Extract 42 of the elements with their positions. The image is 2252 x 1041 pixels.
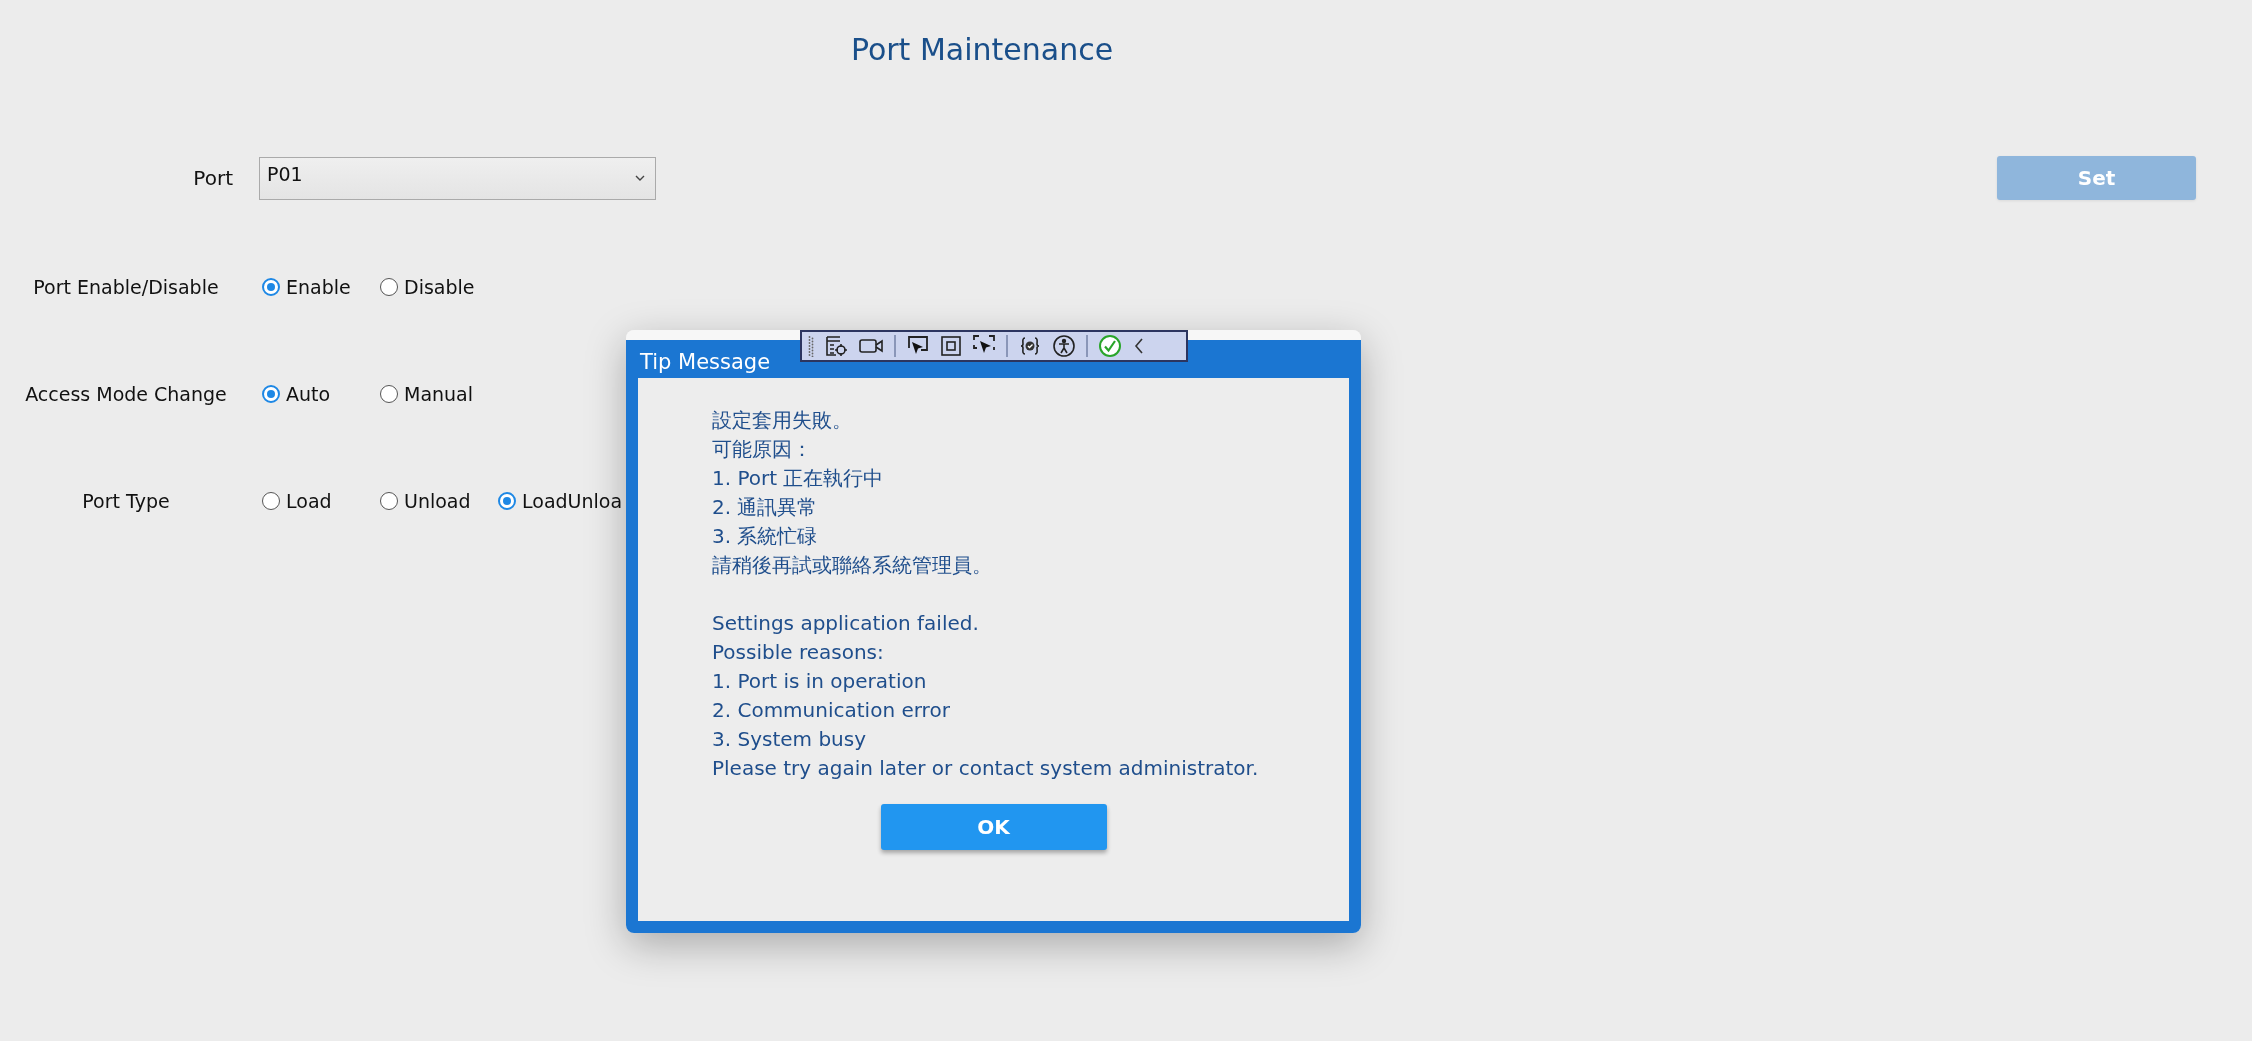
message-line: 2. 通訊異常: [712, 494, 819, 521]
radio-label[interactable]: Enable: [286, 276, 351, 298]
radio-button[interactable]: [262, 385, 280, 403]
window-target-icon[interactable]: [824, 334, 848, 358]
braces-check-icon[interactable]: [1018, 335, 1042, 357]
radio-button[interactable]: [498, 492, 516, 510]
radio-group-label: Port Enable/Disable: [32, 276, 220, 298]
message-line: 請稍後再試或聯絡系統管理員。: [712, 552, 993, 579]
accessibility-icon[interactable]: [1052, 334, 1076, 358]
message-line: 1. Port 正在執行中: [712, 465, 885, 492]
message-line: Please try again later or contact system administrator.: [712, 755, 1260, 782]
port-label: Port: [192, 166, 233, 190]
message-line: 1. Port is in operation: [712, 668, 928, 695]
drag-grip-icon[interactable]: [808, 335, 814, 357]
dialog-title: Tip Message: [639, 349, 771, 376]
radio-button[interactable]: [262, 278, 280, 296]
video-camera-icon[interactable]: [858, 336, 884, 356]
radio-label[interactable]: Manual: [404, 383, 474, 405]
chevron-left-icon[interactable]: [1132, 336, 1146, 356]
radio-label[interactable]: Disable: [404, 276, 475, 298]
message-line: 可能原因：: [712, 436, 813, 463]
radio-button[interactable]: [380, 385, 398, 403]
message-line: 3. System busy: [712, 726, 867, 753]
message-line: 設定套用失敗。: [712, 407, 853, 434]
radio-label[interactable]: Load: [286, 490, 332, 512]
port-dropdown[interactable]: P01: [259, 156, 656, 200]
page-title: Port Maintenance: [850, 31, 1114, 69]
message-line: 3. 系統忙碌: [712, 523, 819, 550]
radio-label[interactable]: Auto: [286, 383, 331, 405]
chevron-down-icon: [635, 174, 645, 182]
radio-group-label: Access Mode Change: [24, 383, 228, 405]
check-circle-icon[interactable]: [1098, 334, 1122, 358]
radio-group-label: Port Type: [81, 490, 171, 512]
radio-button[interactable]: [380, 278, 398, 296]
radio-label[interactable]: Unload: [404, 490, 471, 512]
radio-button[interactable]: [380, 492, 398, 510]
square-frame-icon[interactable]: [940, 335, 962, 357]
message-line: 2. Communication error: [712, 697, 951, 724]
message-line: Settings application failed.: [712, 610, 980, 637]
radio-button[interactable]: [262, 492, 280, 510]
radio-label[interactable]: LoadUnloa: [522, 490, 623, 512]
message-line: Possible reasons:: [712, 639, 885, 666]
